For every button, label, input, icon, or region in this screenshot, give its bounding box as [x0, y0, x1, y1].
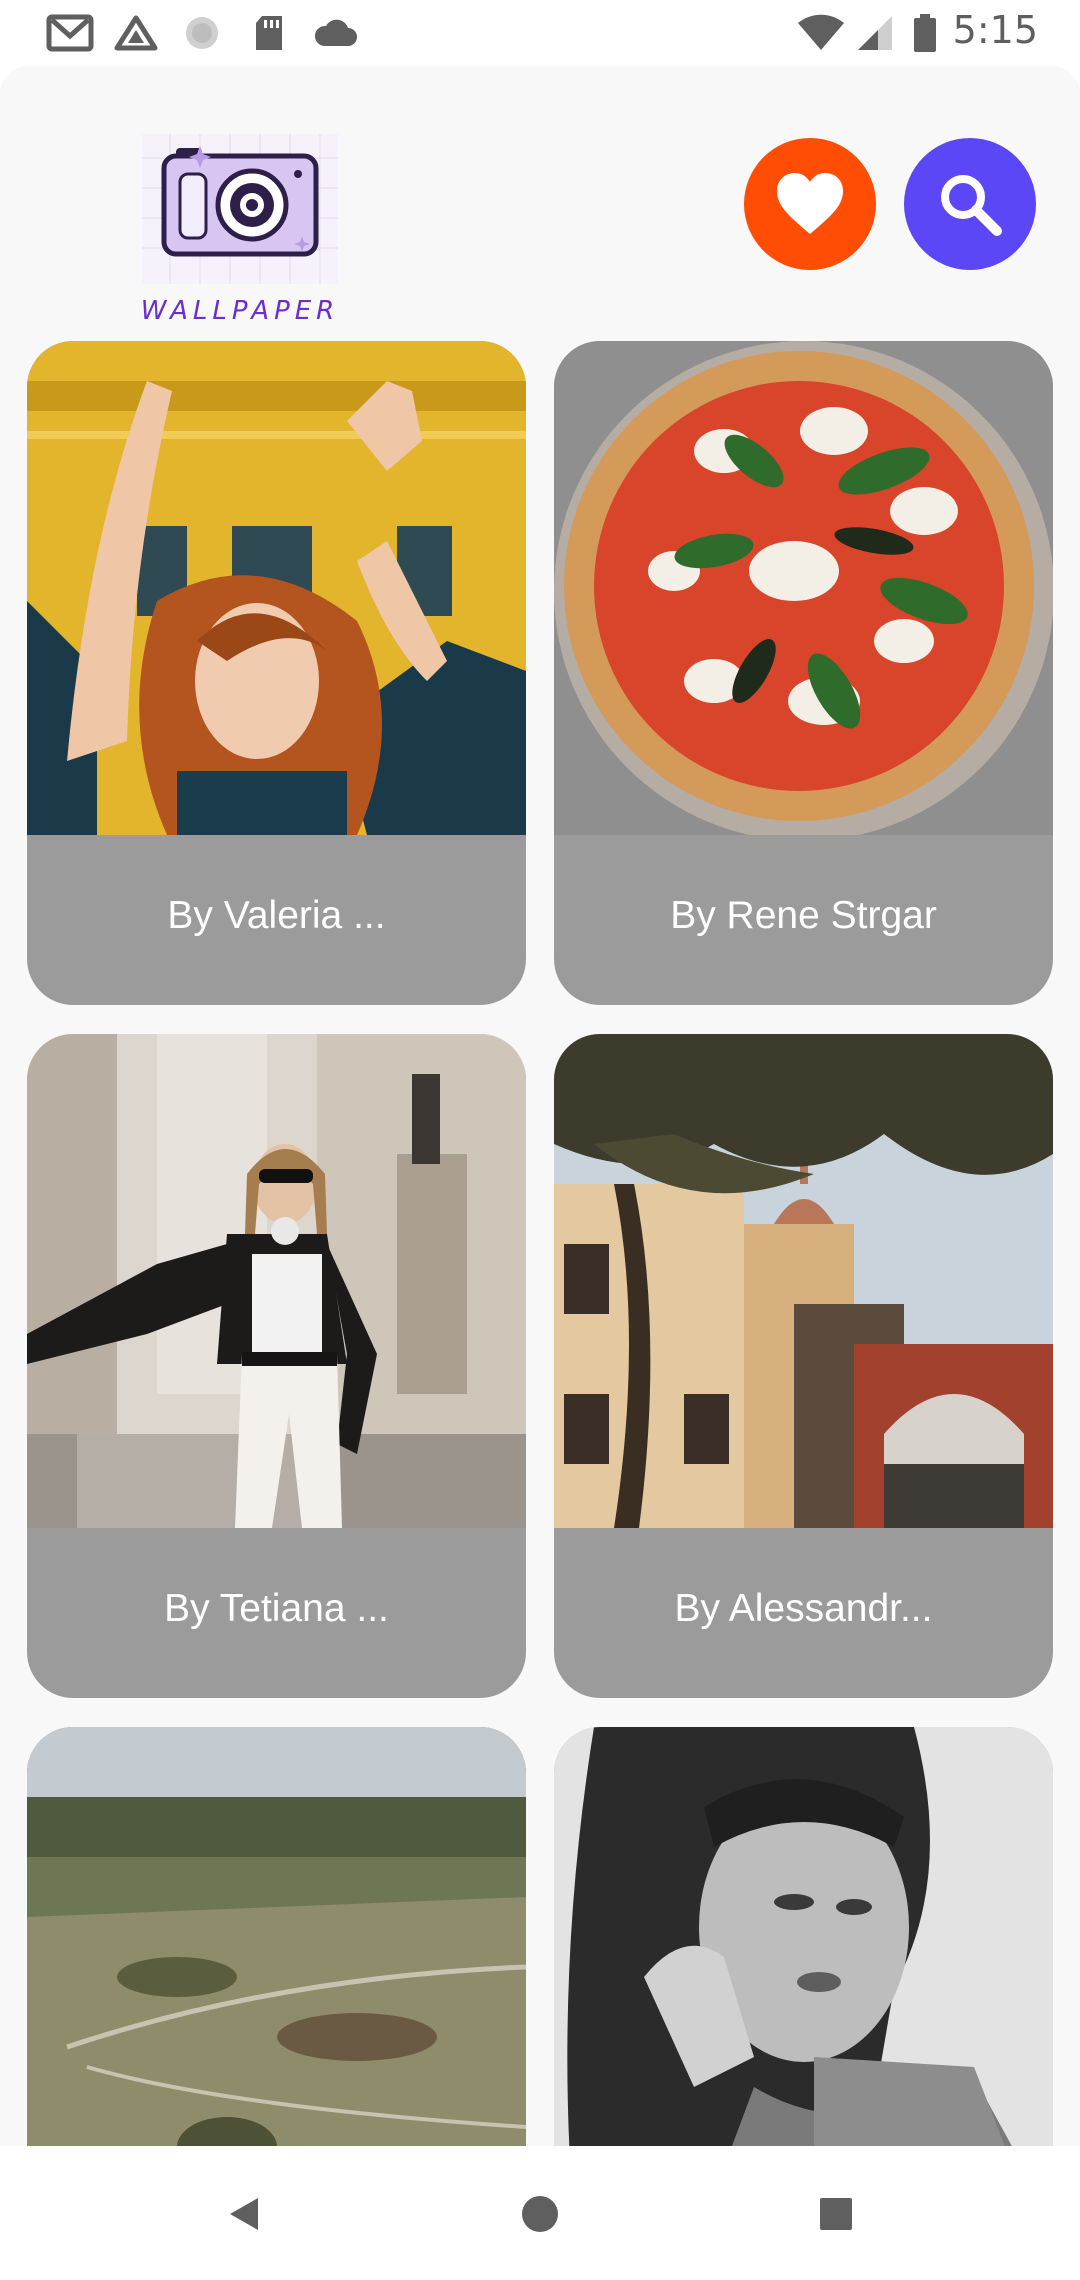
wallpaper-card[interactable]: By Valeria ...	[27, 341, 526, 1005]
drive-icon	[114, 15, 158, 51]
screen: 5:15 WALLPAPER By Valeria ... By Rene St…	[0, 0, 1080, 2280]
card-author-label: By Tetiana ...	[164, 1587, 389, 1630]
sd-card-icon	[256, 16, 282, 50]
home-button[interactable]	[500, 2174, 580, 2254]
recents-button[interactable]	[796, 2174, 876, 2254]
recents-icon	[820, 2198, 852, 2230]
cell-signal-icon	[858, 16, 892, 50]
favorites-button[interactable]	[744, 138, 876, 270]
wallpaper-thumbnail	[27, 1727, 526, 2146]
card-author-label: By Rene Strgar	[670, 894, 937, 937]
search-button[interactable]	[904, 138, 1036, 270]
wallpaper-card[interactable]: By Rene Strgar	[554, 341, 1053, 1005]
wallpaper-card[interactable]: By Tetiana ...	[27, 1034, 526, 1698]
clock: 5:15	[952, 8, 1038, 52]
card-author-label: By Alessandr...	[674, 1587, 933, 1630]
wallpaper-thumbnail	[554, 1034, 1053, 1528]
system-nav-bar	[0, 2146, 1080, 2280]
wallpaper-card[interactable]	[27, 1727, 526, 2146]
wallpaper-thumbnail	[27, 341, 526, 835]
gmail-icon	[46, 14, 94, 52]
wallpaper-card[interactable]	[554, 1727, 1053, 2146]
card-author-label: By Valeria ...	[167, 894, 386, 937]
app-surface: WALLPAPER By Valeria ... By Rene Strgar …	[0, 66, 1080, 2146]
home-icon	[522, 2196, 558, 2232]
wallpaper-thumbnail	[554, 341, 1053, 835]
status-bar: 5:15	[0, 0, 1080, 66]
wallpaper-thumbnail	[27, 1034, 526, 1528]
logo-text: WALLPAPER	[140, 296, 340, 326]
back-icon	[230, 2198, 258, 2230]
camera-logo-icon	[142, 134, 338, 284]
wallpaper-thumbnail	[554, 1727, 1053, 2146]
search-icon	[941, 175, 1002, 236]
wifi-icon	[798, 14, 844, 50]
battery-icon	[914, 14, 936, 52]
cloud-icon	[314, 19, 357, 46]
wallpaper-card[interactable]: By Alessandr...	[554, 1034, 1053, 1698]
wallpaper-logo: WALLPAPER	[140, 128, 340, 338]
back-button[interactable]	[204, 2174, 284, 2254]
sync-circle-icon	[186, 17, 218, 49]
heart-icon	[777, 173, 843, 234]
